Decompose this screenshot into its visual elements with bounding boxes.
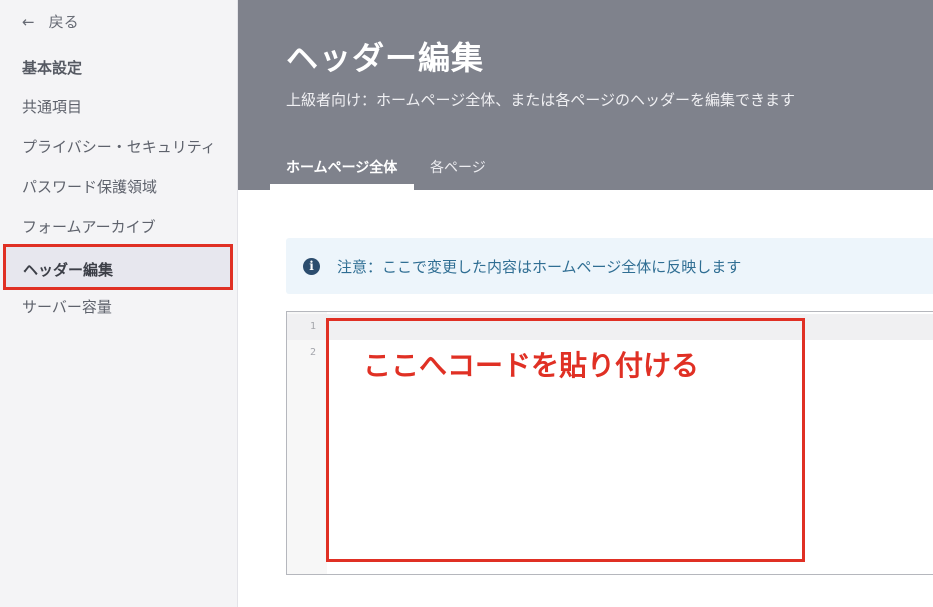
tab-whole-site[interactable]: ホームページ全体 — [286, 157, 397, 177]
back-link[interactable]: ← 戻る — [22, 11, 79, 32]
sidebar-item-password-protected[interactable]: パスワード保護領域 — [22, 176, 157, 197]
sidebar-item-privacy-security[interactable]: プライバシー・セキュリティ — [22, 136, 216, 157]
sidebar-item-common[interactable]: 共通項目 — [22, 96, 82, 117]
page-header: ヘッダー編集 上級者向け：ホームページ全体、または各ページのヘッダーを編集できま… — [238, 0, 933, 190]
section-title: 基本設定 — [22, 59, 83, 77]
arrow-left-icon: ← — [22, 12, 35, 31]
sidebar-item-label: ヘッダー編集 — [23, 261, 114, 279]
info-icon: i — [303, 258, 320, 275]
active-tab-indicator — [270, 184, 414, 190]
sidebar-item-header-edit[interactable]: ヘッダー編集 — [3, 244, 233, 290]
sidebar-item-server-capacity[interactable]: サーバー容量 — [22, 296, 112, 317]
page-title: ヘッダー編集 — [286, 39, 485, 77]
notice-banner: i 注意：ここで変更した内容はホームページ全体に反映します — [286, 238, 933, 294]
line-number: 1 — [310, 321, 317, 332]
sidebar-item-form-archive[interactable]: フォームアーカイブ — [22, 216, 156, 237]
back-label: 戻る — [48, 13, 79, 31]
paste-here-annotation: ここへコードを貼り付ける — [326, 318, 805, 562]
line-number: 2 — [310, 347, 317, 358]
notice-text: 注意：ここで変更した内容はホームページ全体に反映します — [337, 258, 742, 276]
sidebar: ← 戻る 基本設定 共通項目 プライバシー・セキュリティ パスワード保護領域 フ… — [0, 0, 238, 607]
page-subtitle: 上級者向け：ホームページ全体、または各ページのヘッダーを編集できます — [286, 91, 795, 109]
line-number-gutter — [287, 312, 327, 574]
tab-each-page[interactable]: 各ページ — [430, 157, 486, 177]
paste-here-label: ここへコードを貼り付ける — [363, 349, 700, 382]
